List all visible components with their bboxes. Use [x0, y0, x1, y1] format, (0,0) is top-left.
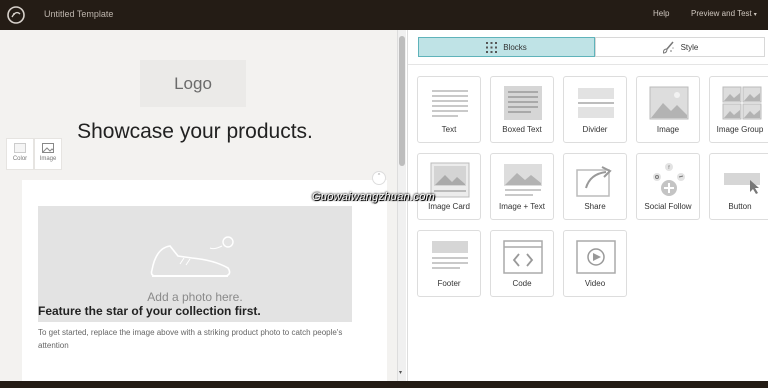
- block-footer[interactable]: Footer: [417, 230, 481, 297]
- panel-divider: [408, 64, 768, 65]
- code-icon: [503, 240, 543, 274]
- divider-icon: [578, 88, 614, 118]
- footer-icon: [432, 241, 468, 269]
- block-label: Button: [728, 202, 752, 211]
- preview-and-test-menu[interactable]: Preview and Test ▾: [691, 9, 757, 18]
- tab-blocks-label: Blocks: [503, 42, 527, 52]
- text-block-icon: [432, 90, 468, 117]
- collapse-up-icon[interactable]: ˆ: [372, 171, 386, 185]
- tab-style[interactable]: Style: [595, 37, 765, 57]
- preview-and-test-label: Preview and Test: [691, 9, 752, 18]
- canvas-scrollbar[interactable]: ▾: [397, 30, 406, 381]
- blocks-panel: Blocks Style Text Boxed Text Divider Ima…: [407, 30, 768, 381]
- block-label: Footer: [437, 279, 461, 288]
- block-image-text[interactable]: Image + Text: [490, 153, 554, 220]
- image-icon: [42, 143, 54, 153]
- chevron-down-icon: ▾: [753, 12, 757, 18]
- template-title[interactable]: Untitled Template: [44, 9, 113, 19]
- image-text-icon: [504, 164, 542, 196]
- photo-placeholder-label: Add a photo here.: [147, 290, 243, 304]
- bottom-bar: [0, 381, 768, 388]
- block-divider[interactable]: Divider: [563, 76, 627, 143]
- boxed-text-icon: [504, 86, 542, 120]
- feature-body[interactable]: To get started, replace the image above …: [38, 326, 368, 352]
- block-code[interactable]: Code: [490, 230, 554, 297]
- button-icon: [724, 173, 760, 194]
- block-share[interactable]: Share: [563, 153, 627, 220]
- logo-placeholder[interactable]: Logo: [140, 60, 246, 107]
- block-label: Social Follow: [644, 202, 692, 211]
- block-image-group[interactable]: Image Group: [709, 76, 768, 143]
- block-button[interactable]: Button: [709, 153, 768, 220]
- block-label: Image: [656, 125, 680, 134]
- block-social-follow[interactable]: f Social Follow: [636, 153, 700, 220]
- paintbrush-icon: [662, 41, 674, 54]
- block-label: Image + Text: [499, 202, 545, 211]
- block-boxed-text[interactable]: Boxed Text: [490, 76, 554, 143]
- color-tool-label: Color: [12, 156, 28, 162]
- grid-icon: [486, 41, 498, 53]
- image-group-icon: [722, 86, 762, 120]
- tab-blocks[interactable]: Blocks: [418, 37, 595, 57]
- color-tool[interactable]: Color: [6, 138, 34, 170]
- image-tool-label: Image: [39, 156, 57, 162]
- image-icon: [649, 86, 689, 120]
- block-text[interactable]: Text: [417, 76, 481, 143]
- scrollbar-thumb[interactable]: [399, 36, 405, 166]
- scroll-down-icon[interactable]: ▾: [399, 369, 402, 376]
- block-label: Image Group: [716, 125, 764, 134]
- block-label: Divider: [582, 125, 608, 134]
- block-label: Boxed Text: [502, 125, 542, 134]
- shoe-icon: [150, 236, 234, 277]
- watermark-text: Guowaiwangzhuan.com: [312, 191, 436, 203]
- block-label: Image Card: [428, 202, 470, 211]
- share-icon: [576, 166, 612, 197]
- block-label: Code: [512, 279, 532, 288]
- feature-title[interactable]: Feature the star of your collection firs…: [38, 304, 261, 318]
- video-icon: [576, 240, 616, 274]
- help-link[interactable]: Help: [653, 9, 669, 18]
- mailchimp-logo-icon[interactable]: [6, 5, 26, 25]
- block-image-card[interactable]: Image Card: [417, 153, 481, 220]
- block-label: Text: [441, 125, 457, 134]
- image-card-icon: [430, 162, 470, 198]
- block-video[interactable]: Video: [563, 230, 627, 297]
- top-bar: Untitled Template Help Preview and Test ▾: [0, 0, 768, 30]
- block-label: Video: [584, 279, 606, 288]
- block-label: Share: [584, 202, 606, 211]
- color-swatch-icon: [14, 143, 26, 153]
- social-follow-icon: f: [653, 163, 685, 196]
- image-tool[interactable]: Image: [34, 138, 62, 170]
- block-image[interactable]: Image: [636, 76, 700, 143]
- tab-style-label: Style: [680, 42, 699, 52]
